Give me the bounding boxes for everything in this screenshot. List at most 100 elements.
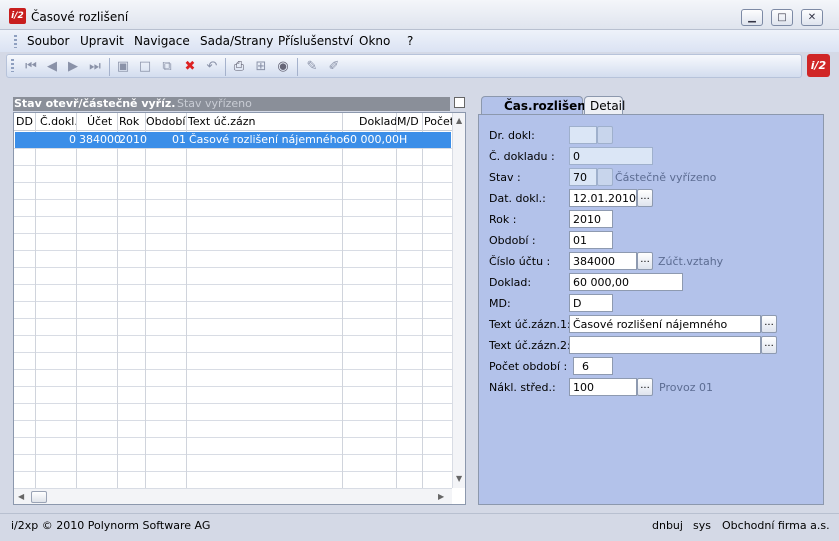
app-logo: i/2 — [9, 8, 26, 24]
cislo-uctu-field[interactable]: 384000 — [569, 252, 637, 270]
tab-stav-otevreno[interactable]: Stav otevř/částečně vyříz. — [13, 97, 175, 111]
last-record-icon[interactable]: ⏭ — [87, 59, 103, 75]
status-sys: sys — [693, 519, 711, 532]
menu-sada-strany[interactable]: Sada/Strany — [200, 34, 273, 48]
refresh-icon[interactable]: ◉ — [275, 59, 291, 75]
grid-horizontal-scrollbar[interactable]: ◀ ▶ — [14, 488, 452, 504]
label-text2: Text úč.zázn.2: — [489, 339, 571, 352]
cell-doklad: 60 000,00 — [343, 133, 399, 146]
tab-detail[interactable]: Detail — [584, 96, 625, 115]
text1-lookup-button[interactable]: ... — [761, 315, 777, 333]
cislo-uctu-lookup-button[interactable]: ... — [637, 252, 653, 270]
toolbar-separator — [297, 58, 298, 76]
save-icon[interactable]: ▣ — [115, 59, 131, 75]
text1-field[interactable]: Časové rozlišení nájemného — [569, 315, 761, 333]
grid-col-line — [76, 113, 77, 488]
menu-bar: Soubor Upravit Navigace Sada/Strany Přís… — [0, 30, 839, 52]
nakl-stred-lookup-button[interactable]: ... — [637, 378, 653, 396]
close-button[interactable]: ✕ — [801, 9, 823, 26]
clear-edit-icon[interactable]: ✐ — [326, 59, 342, 75]
grid-row-line — [14, 437, 452, 438]
menu-navigace[interactable]: Navigace — [134, 34, 190, 48]
md-field[interactable]: D — [569, 294, 613, 312]
delete-icon[interactable]: ✖ — [182, 59, 198, 75]
cell-ucet: 384000 — [79, 133, 121, 146]
menu-prislusenstvi[interactable]: Příslušenství — [278, 34, 353, 48]
undo-icon[interactable]: ↶ — [204, 59, 220, 75]
cell-text: Časové rozlišení nájemného — [189, 133, 344, 146]
label-c-dokladu: Č. dokladu : — [489, 150, 555, 163]
minimize-button[interactable]: ▁ — [741, 9, 763, 26]
prev-record-icon[interactable]: ◀ — [44, 59, 60, 75]
nakl-stred-field[interactable]: 100 — [569, 378, 637, 396]
scroll-thumb[interactable] — [31, 491, 47, 503]
tab-cas-rozliseni[interactable]: Čas.rozlišení — [481, 96, 590, 115]
grid-row-line — [14, 267, 452, 268]
title-bar: i/2 Časové rozlišení ▁ □ ✕ — [0, 0, 839, 30]
grid-col-line — [342, 113, 343, 488]
grid-row-line — [14, 182, 452, 183]
scroll-down-icon[interactable]: ▼ — [456, 474, 462, 483]
scroll-left-icon[interactable]: ◀ — [18, 492, 24, 501]
label-doklad: Doklad: — [489, 276, 532, 289]
label-md: MD: — [489, 297, 511, 310]
pocet-obdobi-field[interactable]: 6 — [573, 357, 613, 375]
edit-icon[interactable]: ✎ — [304, 59, 320, 75]
stav-field[interactable]: 70 — [569, 168, 597, 186]
toolbar-separator — [109, 58, 110, 76]
c-dokladu-field[interactable]: 0 — [569, 147, 653, 165]
col-text[interactable]: Text úč.zázn — [188, 115, 256, 128]
menu-help[interactable]: ? — [407, 34, 413, 48]
stav-lookup-button[interactable] — [597, 168, 613, 186]
col-doklad[interactable]: Doklad — [359, 115, 397, 128]
col-md[interactable]: M/D — [397, 115, 419, 128]
grid-row-line — [14, 284, 452, 285]
cell-obdobi: 01 — [172, 133, 186, 146]
grid-filter-tabs: Stav otevř/částečně vyříz. Stav vyřízeno — [13, 97, 450, 111]
doklad-field[interactable]: 60 000,00 — [569, 273, 683, 291]
dat-dokl-picker-button[interactable]: ... — [637, 189, 653, 207]
text2-lookup-button[interactable]: ... — [761, 336, 777, 354]
grid-col-line — [145, 113, 146, 488]
col-rok[interactable]: Rok — [119, 115, 139, 128]
first-record-icon[interactable]: ⏮ — [23, 59, 39, 75]
col-ucet[interactable]: Účet — [87, 115, 112, 128]
tree-icon[interactable]: ⊞ — [253, 59, 269, 75]
grid-col-line — [186, 113, 187, 488]
print-icon[interactable]: ⎙ — [231, 59, 247, 75]
col-pocet[interactable]: Počet — [424, 115, 454, 128]
copy-icon[interactable]: ⧉ — [159, 59, 175, 75]
status-company: Obchodní firma a.s. — [722, 519, 830, 532]
scroll-right-icon[interactable]: ▶ — [438, 492, 444, 501]
text2-field[interactable] — [569, 336, 761, 354]
stav-description: Částečně vyřízeno — [615, 171, 717, 184]
menu-soubor[interactable]: Soubor — [27, 34, 69, 48]
new-document-icon[interactable]: □ — [137, 59, 153, 75]
menu-okno[interactable]: Okno — [359, 34, 390, 48]
next-record-icon[interactable]: ▶ — [65, 59, 81, 75]
menu-upravit[interactable]: Upravit — [80, 34, 124, 48]
grid-row-line — [14, 318, 452, 319]
brand-logo: i/2 — [807, 54, 830, 77]
dat-dokl-field[interactable]: 12.01.2010 — [569, 189, 637, 207]
col-cdokl[interactable]: Č.dokl. — [40, 115, 78, 128]
obdobi-field[interactable]: 01 — [569, 231, 613, 249]
grid-row-line — [14, 386, 452, 387]
scroll-up-icon[interactable]: ▲ — [456, 116, 462, 125]
grid-row-line — [14, 454, 452, 455]
tab-stav-vyrizeno[interactable]: Stav vyřízeno — [177, 97, 252, 111]
label-rok: Rok : — [489, 213, 517, 226]
col-dd[interactable]: DD — [16, 115, 33, 128]
rok-field[interactable]: 2010 — [569, 210, 613, 228]
grid-col-line — [117, 113, 118, 488]
col-obdobi[interactable]: Období — [146, 115, 185, 128]
zuct-vztahy-link[interactable]: Zúčt.vztahy — [658, 255, 723, 268]
grid-row-line — [14, 420, 452, 421]
grid-vertical-scrollbar[interactable]: ▲ ▼ — [452, 113, 465, 488]
dr-dokl-lookup-button[interactable] — [597, 126, 613, 144]
dr-dokl-field[interactable] — [569, 126, 597, 144]
maximize-button[interactable]: □ — [771, 9, 793, 26]
grid-row-line — [14, 335, 452, 336]
grid-options-icon[interactable] — [454, 97, 465, 108]
grid-row-line — [14, 301, 452, 302]
